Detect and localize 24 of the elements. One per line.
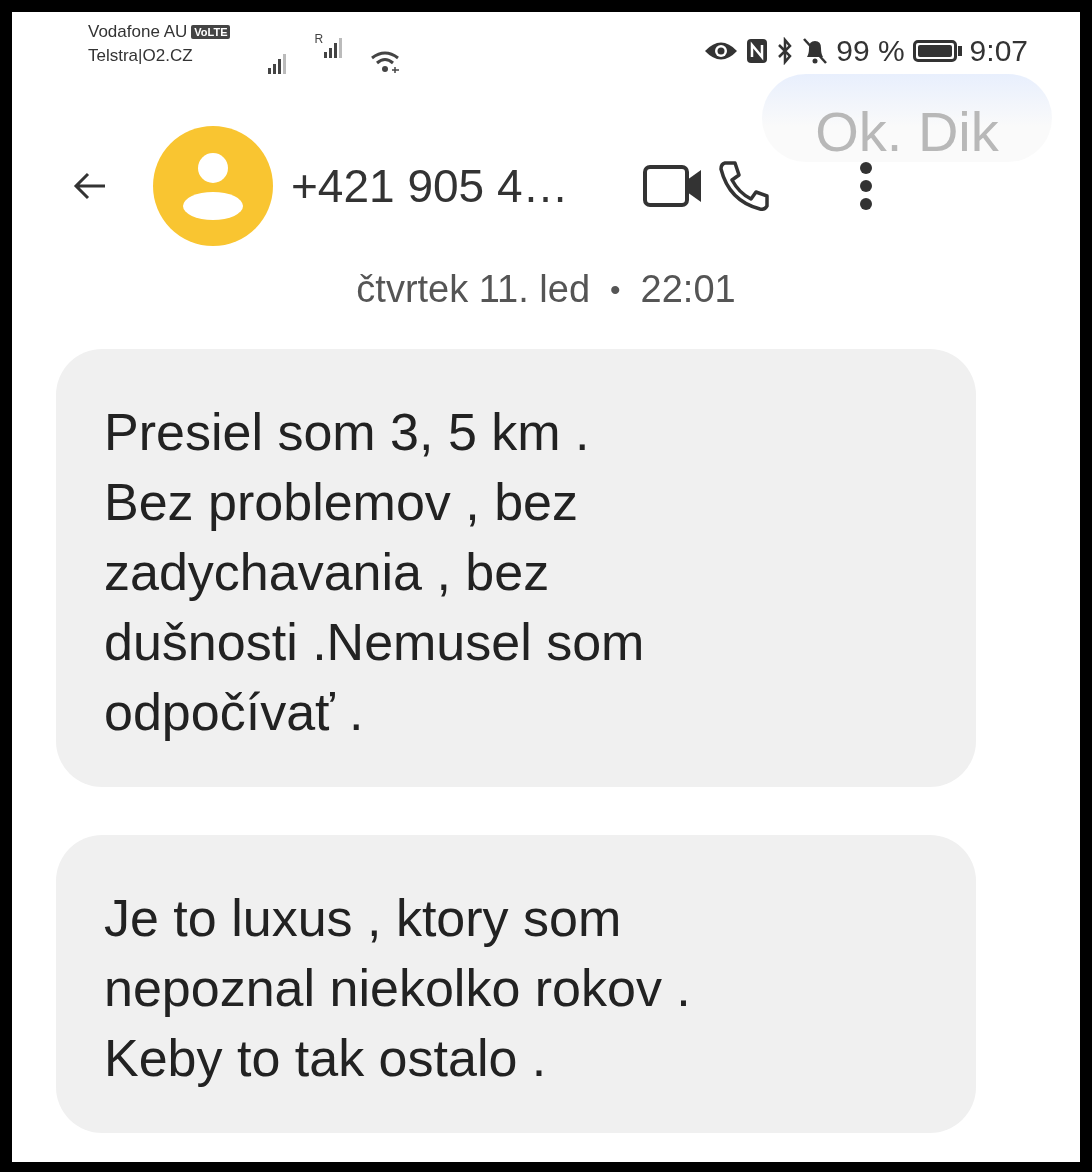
more-icon bbox=[858, 161, 873, 211]
date-label: čtvrtek 11. led bbox=[356, 268, 591, 311]
signal-icon bbox=[324, 38, 345, 58]
contact-name: +421 905 4… bbox=[291, 159, 569, 213]
avatar-icon bbox=[153, 126, 273, 246]
time-label: 22:01 bbox=[640, 268, 736, 311]
wifi-icon bbox=[370, 50, 401, 74]
roaming-mark: R bbox=[314, 32, 324, 46]
eye-icon bbox=[704, 40, 739, 62]
notification-preview[interactable]: Ok. Dik bbox=[762, 74, 1052, 162]
nfc-icon bbox=[746, 38, 769, 64]
notification-text: Ok. Dik bbox=[815, 104, 999, 160]
carrier-name: Telstra|O2.CZ bbox=[88, 46, 194, 66]
clock: 9:07 bbox=[969, 34, 1028, 68]
battery-percent: 99 % bbox=[836, 34, 905, 68]
separator-dot: • bbox=[610, 272, 621, 307]
phone-icon bbox=[716, 159, 771, 213]
signal-icon bbox=[268, 54, 289, 74]
message-text: Presiel som 3, 5 km . Bez problemov , bez zadychavania , bez dušnosti .Nemusel som odpočívať . bbox=[104, 402, 646, 743]
bell-muted-icon bbox=[802, 37, 829, 65]
volte-badge: VoLTE bbox=[191, 25, 231, 39]
message-text: Je to luxus , ktory som nepoznal niekolko rokov . Keby to tak ostalo . bbox=[104, 888, 692, 1089]
arrow-icon bbox=[73, 171, 107, 201]
carrier-name: Vodafone AU bbox=[88, 22, 188, 42]
